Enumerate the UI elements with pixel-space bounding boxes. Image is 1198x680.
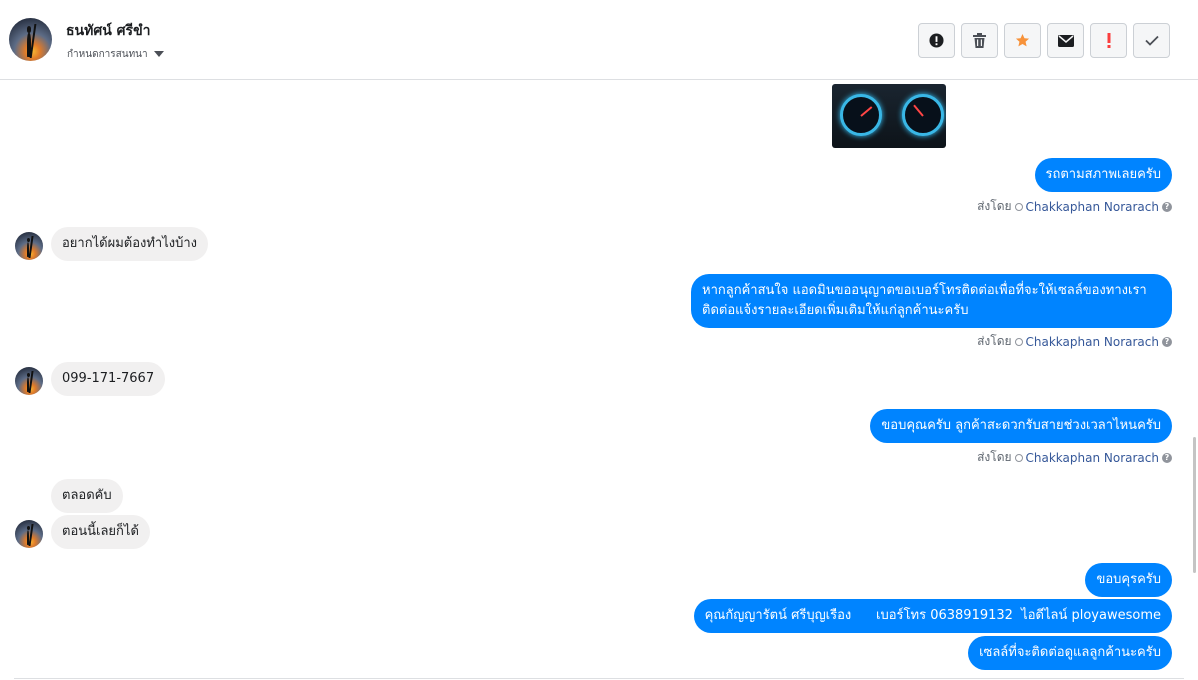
gear-icon [1014, 453, 1023, 462]
agent-name-link[interactable]: Chakkaphan Norarach [1026, 200, 1159, 214]
message-bubble-incoming[interactable]: อยากได้ผมต้องทำไงบ้าง [51, 227, 209, 261]
avatar-silhouette [26, 372, 30, 393]
contact-avatar[interactable] [9, 18, 52, 61]
message-bubble-outgoing[interactable]: ขอบคุณครับ ลูกค้าสะดวกรับสายช่วงเวลาไหนค… [870, 409, 1172, 443]
message-bubble-outgoing[interactable]: หากลูกค้าสนใจ แอดมินขออนุญาตขอเบอร์โทรติ… [691, 274, 1172, 328]
exclamation-circle-icon [929, 33, 944, 48]
conversation-label-dropdown[interactable]: กำหนดการสนทนา [67, 47, 148, 59]
agent-name-link[interactable]: Chakkaphan Norarach [1026, 451, 1159, 465]
mark-done-button[interactable] [1133, 23, 1170, 58]
checkmark-icon [1144, 35, 1159, 46]
spam-button[interactable] [918, 23, 955, 58]
dashboard-gauge-left [840, 94, 882, 136]
star-button[interactable] [1004, 23, 1041, 58]
message-bubble-outgoing[interactable]: เซลล์ที่จะติดต่อดูแลลูกค้านะครับ [968, 636, 1172, 670]
star-icon [1015, 33, 1030, 47]
chevron-down-icon[interactable] [154, 51, 164, 57]
help-icon[interactable]: ? [1162, 336, 1172, 347]
scrollbar-thumb[interactable] [1193, 437, 1196, 573]
composer-divider [14, 678, 1184, 679]
agent-name-link[interactable]: Chakkaphan Norarach [1026, 335, 1159, 349]
sent-by-meta: ส่งโดย Chakkaphan Norarach ? [977, 332, 1172, 351]
message-bubble-incoming[interactable]: ตอนนี้เลยก็ได้ [51, 515, 150, 549]
exclamation-icon [1107, 33, 1110, 48]
message-bubble-incoming[interactable]: 099-171-7667 [51, 362, 166, 396]
gear-icon [1014, 202, 1023, 211]
sent-by-meta: ส่งโดย Chakkaphan Norarach ? [977, 197, 1172, 216]
message-thread: รถตามสภาพเลยครับ ส่งโดย Chakkaphan Norar… [0, 81, 1198, 680]
dashboard-gauge-right [902, 94, 944, 136]
message-bubble-incoming[interactable]: ตลอดคับ [51, 479, 123, 513]
follow-up-button[interactable] [1090, 23, 1127, 58]
sent-by-label: ส่งโดย [977, 450, 1012, 464]
conversation-header: ธนทัศน์ ศรีขำ กำหนดการสนทนา [0, 0, 1198, 80]
mark-unread-button[interactable] [1047, 23, 1084, 58]
message-bubble-outgoing[interactable]: คุณกัญญารัตน์ ศรีบุญเรือง เบอร์โทร 06389… [693, 599, 1172, 633]
contact-avatar-small[interactable] [15, 232, 43, 260]
avatar-silhouette [26, 237, 30, 258]
message-bubble-outgoing[interactable]: ขอบคุรครับ [1085, 563, 1172, 597]
trash-icon [973, 33, 986, 48]
contact-avatar-small[interactable] [15, 520, 43, 548]
message-line: ติดต่อแจ้งรายละเอียดเพิ่มเติมให้แก่ลูกค้… [702, 303, 969, 318]
gear-icon [1014, 337, 1023, 346]
message-bubble-outgoing[interactable]: รถตามสภาพเลยครับ [1034, 158, 1172, 192]
help-icon[interactable]: ? [1162, 452, 1172, 463]
delete-button[interactable] [961, 23, 998, 58]
avatar-silhouette [26, 525, 30, 546]
contact-name[interactable]: ธนทัศน์ ศรีขำ [66, 20, 151, 42]
avatar-silhouette [26, 26, 32, 57]
sent-by-meta: ส่งโดย Chakkaphan Norarach ? [977, 448, 1172, 467]
envelope-icon [1057, 34, 1074, 47]
message-image[interactable] [832, 84, 946, 148]
contact-avatar-small[interactable] [15, 367, 43, 395]
help-icon[interactable]: ? [1162, 201, 1172, 212]
sent-by-label: ส่งโดย [977, 199, 1012, 213]
sent-by-label: ส่งโดย [977, 334, 1012, 348]
message-line: หากลูกค้าสนใจ แอดมินขออนุญาตขอเบอร์โทรติ… [702, 283, 1147, 298]
